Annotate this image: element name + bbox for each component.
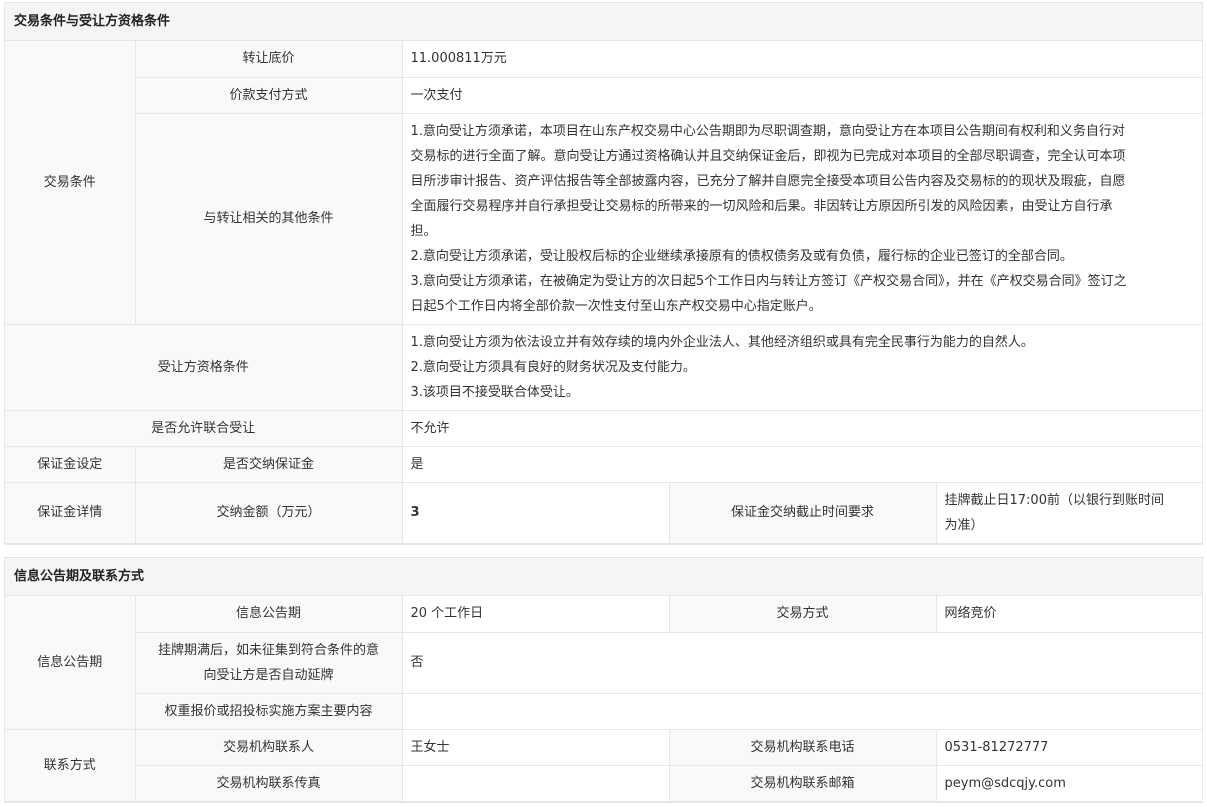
- weighted-quote-value: [401, 692, 1202, 730]
- joint-transfer-value: 不允许: [401, 409, 1203, 447]
- joint-transfer-label: 是否允许联合受让: [5, 409, 403, 447]
- payment-method-value: 一次支付: [401, 76, 1203, 114]
- deposit-deadline-label: 保证金交纳截止时间要求: [668, 481, 937, 544]
- other-conditions-line: 全面履行交易程序并自行承担受让交易标的所带来的一切风险和后果。非因转让方原因所引…: [410, 198, 1113, 214]
- other-conditions-value: 1.意向受让方须承诺，本项目在山东产权交易中心公告期即为尽职调查期，意向受让方在…: [401, 112, 1203, 325]
- deposit-setting-label: 保证金设定: [5, 445, 136, 483]
- section-title: 交易条件与受让方资格条件: [5, 3, 1202, 41]
- other-conditions-line: 3.意向受让方须承诺，在被确定为受让方的次日起5个工作日内与转让方签订《产权交易…: [410, 273, 1127, 289]
- deposit-amount-value: 3: [401, 481, 670, 544]
- qualification-value: 1.意向受让方须为依法设立并有效存续的境内外企业法人、其他经济组织或具有完全民事…: [401, 323, 1203, 411]
- other-conditions-line: 2.意向受让方须承诺，受让股权后标的企业继续承接原有的债权债务及或有负债，履行标…: [410, 248, 1073, 264]
- transfer-floor-price-value: 11.000811万元: [401, 41, 1203, 78]
- deposit-required-value: 是: [401, 445, 1203, 483]
- contact-group-label: 联系方式: [5, 728, 136, 802]
- contact-person-label: 交易机构联系人: [134, 728, 403, 766]
- info-contact-table: 信息公告期 信息公告期 20 个工作日 交易方式 网络竞价 挂牌期满后，如未征集…: [5, 596, 1202, 802]
- other-conditions-line: 日起5个工作日内将全部价款一次性支付至山东产权交易中心指定账户。: [410, 298, 822, 314]
- qualification-line: 1.意向受让方须为依法设立并有效存续的境内外企业法人、其他经济组织或具有完全民事…: [410, 334, 1034, 350]
- deposit-deadline-line: 为准）: [944, 517, 984, 533]
- other-conditions-line: 交易标的进行全面了解。意向受让方通过资格确认并且交纳保证金后，即视为已完成对本项…: [410, 148, 1126, 164]
- section-title: 信息公告期及联系方式: [5, 558, 1202, 596]
- info-period-value: 20 个工作日: [401, 596, 670, 633]
- qualification-label: 受让方资格条件: [5, 323, 403, 411]
- deposit-deadline-value: 挂牌截止日17:00前（以银行到账时间 为准）: [935, 481, 1203, 544]
- trade-method-label: 交易方式: [668, 596, 937, 633]
- trade-conditions-label: 交易条件: [5, 41, 136, 325]
- info-period-group-label: 信息公告期: [5, 596, 136, 730]
- other-conditions-line: 目所涉审计报告、资产评估报告等全部披露内容，已充分了解并自愿完全接受本项目公告内…: [410, 173, 1126, 189]
- payment-method-label: 价款支付方式: [135, 76, 403, 114]
- fax-value: [401, 764, 670, 802]
- qualification-line: 3.该项目不接受联合体受让。: [410, 384, 579, 400]
- contact-phone-value: 0531-81272777: [935, 728, 1202, 766]
- trade-conditions-section: 交易条件与受让方资格条件 交易条件 转让底价 11.000811万元 价款支付方…: [4, 2, 1203, 545]
- other-conditions-line: 1.意向受让方须承诺，本项目在山东产权交易中心公告期即为尽职调查期，意向受让方在…: [410, 123, 1125, 139]
- trade-method-value: 网络竞价: [935, 596, 1202, 633]
- qualification-line: 2.意向受让方须具有良好的财务状况及支付能力。: [410, 359, 696, 375]
- info-period-label: 信息公告期: [134, 596, 403, 633]
- other-conditions-line: 担。: [410, 223, 437, 239]
- page: 交易条件与受让方资格条件 交易条件 转让底价 11.000811万元 价款支付方…: [0, 0, 1207, 807]
- fax-label: 交易机构联系传真: [135, 764, 403, 802]
- auto-extend-label-line: 挂牌期满后，如未征集到符合条件的意: [157, 642, 379, 658]
- transfer-floor-price-label: 转让底价: [134, 41, 403, 78]
- auto-extend-value: 否: [401, 631, 1202, 694]
- contact-phone-label: 交易机构联系电话: [668, 728, 937, 766]
- weighted-quote-label: 权重报价或招投标实施方案主要内容: [135, 692, 403, 730]
- deposit-required-label: 是否交纳保证金: [134, 445, 403, 483]
- deposit-amount-label: 交纳金额（万元）: [134, 481, 403, 544]
- email-value: peym@sdcqjy.com: [935, 764, 1202, 802]
- deposit-deadline-line: 挂牌截止日17:00前（以银行到账时间: [944, 492, 1164, 508]
- email-label: 交易机构联系邮箱: [668, 764, 937, 802]
- deposit-detail-label: 保证金详情: [5, 481, 136, 544]
- other-conditions-label: 与转让相关的其他条件: [135, 112, 403, 325]
- auto-extend-label-line: 向受让方是否自动延牌: [203, 667, 334, 683]
- info-contact-section: 信息公告期及联系方式 信息公告期 信息公告期 20 个工作日 交易方式 网络竞价…: [4, 557, 1203, 803]
- auto-extend-label: 挂牌期满后，如未征集到符合条件的意 向受让方是否自动延牌: [135, 631, 403, 694]
- trade-conditions-table: 交易条件 转让底价 11.000811万元 价款支付方式 一次支付 与转让相关的…: [5, 41, 1203, 544]
- contact-person-value: 王女士: [401, 728, 670, 766]
